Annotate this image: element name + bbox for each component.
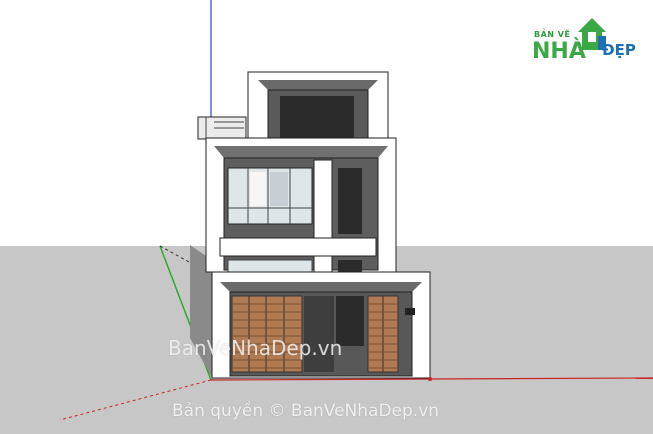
- ground-shutters-left: [231, 295, 303, 373]
- ground-shutters-right: [367, 295, 399, 373]
- cross-fin-horizontal: [219, 237, 377, 257]
- top-floor-screen: [280, 96, 354, 138]
- brand-logo: BẢN VẼ NHÀ ĐẸP: [528, 10, 646, 64]
- watermark-center: BanVeNhaDep.vn: [168, 336, 343, 360]
- logo-top-text: BẢN VẼ: [534, 30, 571, 39]
- 3d-model-viewport[interactable]: BanVeNhaDep.vn Bản quyền © BanVeNhaDep.v…: [0, 0, 653, 434]
- logo-sub-text: ĐẸP: [602, 41, 636, 59]
- middle-screen-panel: [338, 168, 362, 234]
- watermark-bottom: Bản quyền © BanVeNhaDep.vn: [172, 401, 440, 421]
- origin-point: [428, 377, 432, 381]
- house-model[interactable]: [0, 0, 653, 434]
- house-number-plate: [405, 308, 415, 315]
- top-floor-recess: [258, 80, 378, 90]
- logo-main-text: NHÀ: [532, 39, 586, 64]
